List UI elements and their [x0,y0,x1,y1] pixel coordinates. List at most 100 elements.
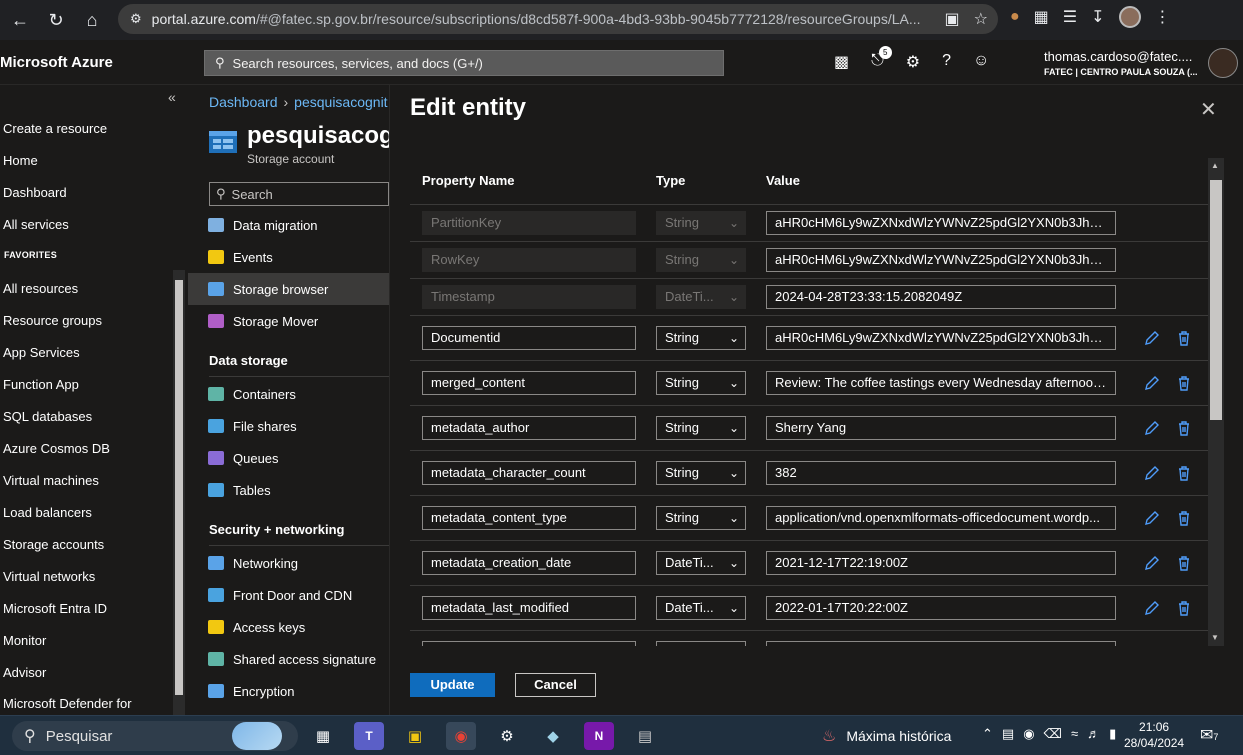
url-text[interactable]: portal.azure.com/#@fatec.sp.gov.br/resou… [152,11,942,27]
edit-pencil-icon[interactable] [1143,554,1161,572]
property-name-field[interactable]: Documentid [422,326,636,350]
delete-trash-icon[interactable] [1175,464,1193,482]
teams-icon[interactable]: T [354,722,384,750]
downloads-icon[interactable]: ↧ [1091,7,1104,27]
menu-data-migration[interactable]: Data migration [188,209,389,241]
grid-scrollbar[interactable]: ▲ ▼ [1208,158,1224,646]
home-icon[interactable]: ⌂ [76,4,108,36]
bookmark-star-icon[interactable]: ☆ [974,9,988,29]
menu-icon[interactable]: ⋮ [1155,7,1171,27]
nav-create-resource[interactable]: Create a resource [3,121,107,136]
nav-defender[interactable]: Microsoft Defender for [3,696,132,711]
nav-app-services[interactable]: App Services [3,345,80,360]
property-name-field[interactable]: metadata_author [422,416,636,440]
breadcrumb-dashboard[interactable]: Dashboard [209,94,278,110]
type-select[interactable]: String⌄ [656,326,746,350]
delete-trash-icon[interactable] [1175,329,1193,347]
install-app-icon[interactable]: ▣ [945,9,960,29]
nav-all-resources[interactable]: All resources [3,281,78,296]
user-avatar[interactable] [1208,48,1238,78]
nav-virtual-machines[interactable]: Virtual machines [3,473,99,488]
edit-pencil-icon[interactable] [1143,644,1161,646]
feedback-icon[interactable]: ☺ [973,52,989,72]
menu-events[interactable]: Events [188,241,389,273]
type-select[interactable]: String⌄ [656,461,746,485]
menu-front-door[interactable]: Front Door and CDN [188,579,389,611]
site-info-icon[interactable]: ⚙ [130,11,142,27]
nav-resource-groups[interactable]: Resource groups [3,313,102,328]
resource-menu-search[interactable]: ⚲ Search [209,182,389,206]
property-name-field[interactable]: metadata_creation_date [422,551,636,575]
nav-home[interactable]: Home [3,153,38,168]
edit-pencil-icon[interactable] [1143,509,1161,527]
profile-avatar[interactable] [1118,6,1141,28]
value-field[interactable]: Sherry Yang [766,416,1116,440]
nav-monitor[interactable]: Monitor [3,633,46,648]
value-field[interactable]: aHR0cHM6Ly9wZXNxdWlzYWNvZ25pdGl2YXN0b3Jh… [766,326,1116,350]
language-icon[interactable]: ⌫ [1044,726,1062,742]
battery-icon[interactable]: ▮ [1109,726,1116,742]
weather-widget[interactable]: ♨ Máxima histórica [822,726,951,746]
nav-dashboard[interactable]: Dashboard [3,185,67,200]
menu-file-shares[interactable]: File shares [188,410,389,442]
security-icon[interactable]: ▤ [1002,726,1014,742]
cancel-button[interactable]: Cancel [515,673,596,697]
file-explorer-icon[interactable]: ▣ [400,722,430,750]
cloud-shell-icon[interactable]: ▩ [834,52,849,72]
menu-shared-access-signature[interactable]: Shared access signature [188,643,389,675]
edit-pencil-icon[interactable] [1143,329,1161,347]
type-select[interactable]: String⌄ [656,641,746,646]
edit-pencil-icon[interactable] [1143,599,1161,617]
media-icon[interactable]: ☰ [1063,7,1077,27]
property-name-field[interactable]: merged_content [422,371,636,395]
value-field[interactable]: aHR0cHM6Ly9wZXNxdWlzYWNvZ25pdGl2YXN0b3Jh… [766,211,1116,235]
onenote-icon[interactable]: N [584,722,614,750]
type-select[interactable]: DateTi... ⌄ [656,596,746,620]
menu-containers[interactable]: Containers [188,378,389,410]
update-button[interactable]: Update [410,673,495,697]
nav-advisor[interactable]: Advisor [3,665,46,680]
taskbar-clock[interactable]: 21:06 28/04/2024 [1124,720,1184,750]
cookie-extension-icon[interactable]: ● [1010,8,1020,26]
chevron-up-icon[interactable]: ⌃ [982,726,993,742]
nav-function-app[interactable]: Function App [3,377,79,392]
brand-title[interactable]: Microsoft Azure [0,54,113,71]
property-name-field[interactable]: metadata_language [422,641,636,646]
delete-trash-icon[interactable] [1175,644,1193,646]
app-icon[interactable]: ▤ [630,722,660,750]
delete-trash-icon[interactable] [1175,599,1193,617]
address-bar[interactable]: ⚙ portal.azure.com/#@fatec.sp.gov.br/res… [118,4,998,34]
menu-queues[interactable]: Queues [188,442,389,474]
type-select[interactable]: String⌄ [656,506,746,530]
global-search-input[interactable]: ⚲ Search resources, services, and docs (… [204,50,724,76]
menu-networking[interactable]: Networking [188,547,389,579]
settings-gear-icon[interactable]: ⚙ [906,52,920,72]
delete-trash-icon[interactable] [1175,554,1193,572]
nav-entra-id[interactable]: Microsoft Entra ID [3,601,107,616]
nav-scrollbar[interactable] [173,270,185,715]
wifi-icon[interactable]: ≈ [1071,726,1078,742]
value-field[interactable]: 2021-12-17T22:19:00Z [766,551,1116,575]
task-view-icon[interactable]: ▦ [308,722,338,750]
property-name-field[interactable]: metadata_last_modified [422,596,636,620]
menu-tables[interactable]: Tables [188,474,389,506]
scroll-up-icon[interactable]: ▲ [1211,161,1219,170]
chrome-icon[interactable]: ◉ [446,722,476,750]
account-menu[interactable]: thomas.cardoso@fatec.... FATEC | CENTRO … [1044,49,1198,77]
delete-trash-icon[interactable] [1175,419,1193,437]
grid-scroll-thumb[interactable] [1210,180,1222,420]
nav-cosmos-db[interactable]: Azure Cosmos DB [3,441,110,456]
app-icon[interactable]: ◆ [538,722,568,750]
collapse-menu-icon[interactable]: « [168,89,176,105]
nav-sql-databases[interactable]: SQL databases [3,409,92,424]
menu-storage-mover[interactable]: Storage Mover [188,305,389,337]
value-field[interactable]: 2022-01-17T20:22:00Z [766,596,1116,620]
menu-storage-browser[interactable]: Storage browser [188,273,389,305]
taskbar-search[interactable]: ⚲ Pesquisar [12,721,298,751]
value-field[interactable]: 382 [766,461,1116,485]
value-field[interactable]: 2024-04-28T23:33:15.2082049Z [766,285,1116,309]
property-name-field[interactable]: metadata_content_type [422,506,636,530]
camera-icon[interactable]: ◉ [1023,726,1034,742]
type-select[interactable]: DateTi... ⌄ [656,551,746,575]
edit-pencil-icon[interactable] [1143,419,1161,437]
